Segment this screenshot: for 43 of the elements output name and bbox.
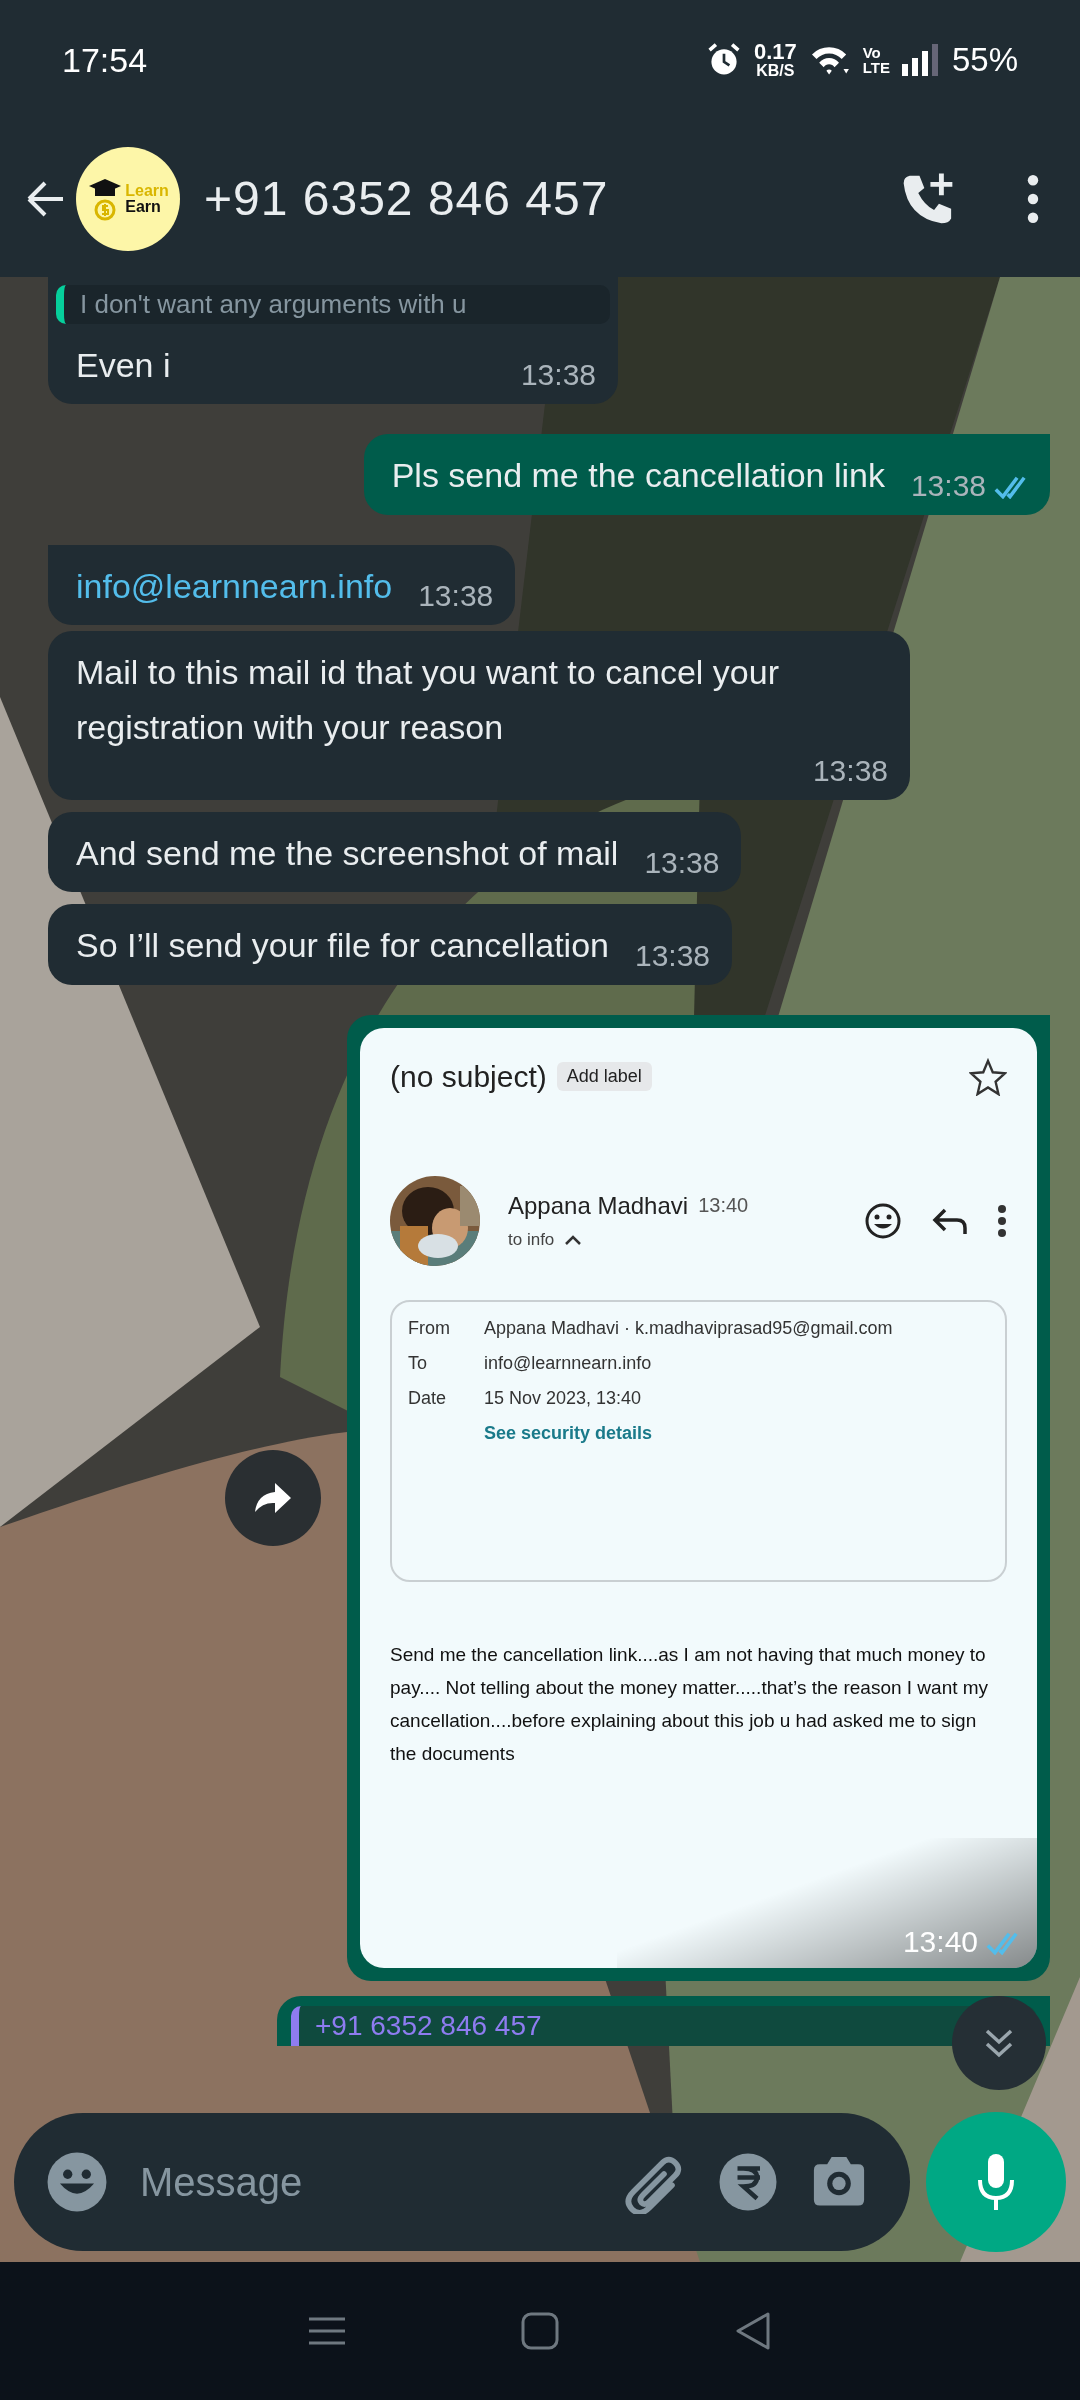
contact-avatar[interactable]: Learn Earn <box>76 146 180 251</box>
network-speed: 0.17 KB/S <box>753 41 797 79</box>
message-field[interactable]: Message <box>138 2158 594 2206</box>
contact-title[interactable]: +91 6352 846 457 <box>204 171 890 226</box>
message-time: 13:38 <box>418 579 494 614</box>
detail-label: From <box>408 1317 451 1339</box>
microphone-icon <box>976 2152 1016 2212</box>
signal-icon <box>901 42 940 78</box>
message-time: 13:38 <box>812 753 888 788</box>
clock-time: 17:54 <box>62 40 148 80</box>
home-icon[interactable] <box>520 2311 560 2351</box>
message-text: Pls send me the cancellation link <box>391 455 885 497</box>
detail-label: To <box>408 1352 428 1374</box>
sender-name: Appana Madhavi <box>508 1191 689 1220</box>
message-time: 13:38 <box>644 846 720 881</box>
logo-text: Earn <box>125 198 162 215</box>
message-time: 13:38 <box>910 468 986 503</box>
email-link[interactable]: info@learnnearn.info <box>76 558 393 614</box>
quoted-message: I don't want any arguments with u <box>56 285 610 324</box>
message-text: So I’ll send your file for cancellation <box>76 925 609 967</box>
logo-text: Learn <box>125 182 169 199</box>
detail-label: Date <box>408 1387 448 1409</box>
sent-time: 13:40 <box>698 1194 749 1218</box>
detail-value: 15 Nov 2023, 13:40 <box>484 1387 642 1409</box>
message-text: Even i <box>76 345 171 386</box>
email-subject: (no subject) <box>390 1059 547 1094</box>
email-body: Send me the cancellation link....as I am not having that much money to pay.... Not telling about the money matter.....that’s the reason I want my cancellation....before explaining about this job u had asked me to sign the documents <box>390 1642 990 1767</box>
recipient-summary: to info <box>508 1229 555 1250</box>
detail-value: info@learnnearn.info <box>484 1352 652 1374</box>
star-icon[interactable] <box>969 1057 1007 1096</box>
message-time: 13:38 <box>634 938 711 973</box>
add-label-button[interactable]: Add label <box>556 1062 652 1092</box>
message-time: 13:38 <box>520 358 596 393</box>
rupee-icon[interactable] <box>718 2152 778 2212</box>
more-options-icon[interactable] <box>1026 173 1040 224</box>
battery-percent: 55% <box>951 41 1018 79</box>
security-details-link[interactable]: See security details <box>484 1422 653 1444</box>
message-time: 13:40 <box>902 1924 978 1959</box>
more-options-icon[interactable] <box>997 1203 1007 1238</box>
message-text: Mail to this mail id that you want to cancel your registration with your reason <box>76 652 780 748</box>
detail-value: Appana Madhavi · k.madhaviprasad95@gmail.com <box>484 1317 893 1339</box>
volte-label: Vo LTE <box>862 45 890 75</box>
message-text: And send me the screenshot of mail <box>76 832 619 874</box>
